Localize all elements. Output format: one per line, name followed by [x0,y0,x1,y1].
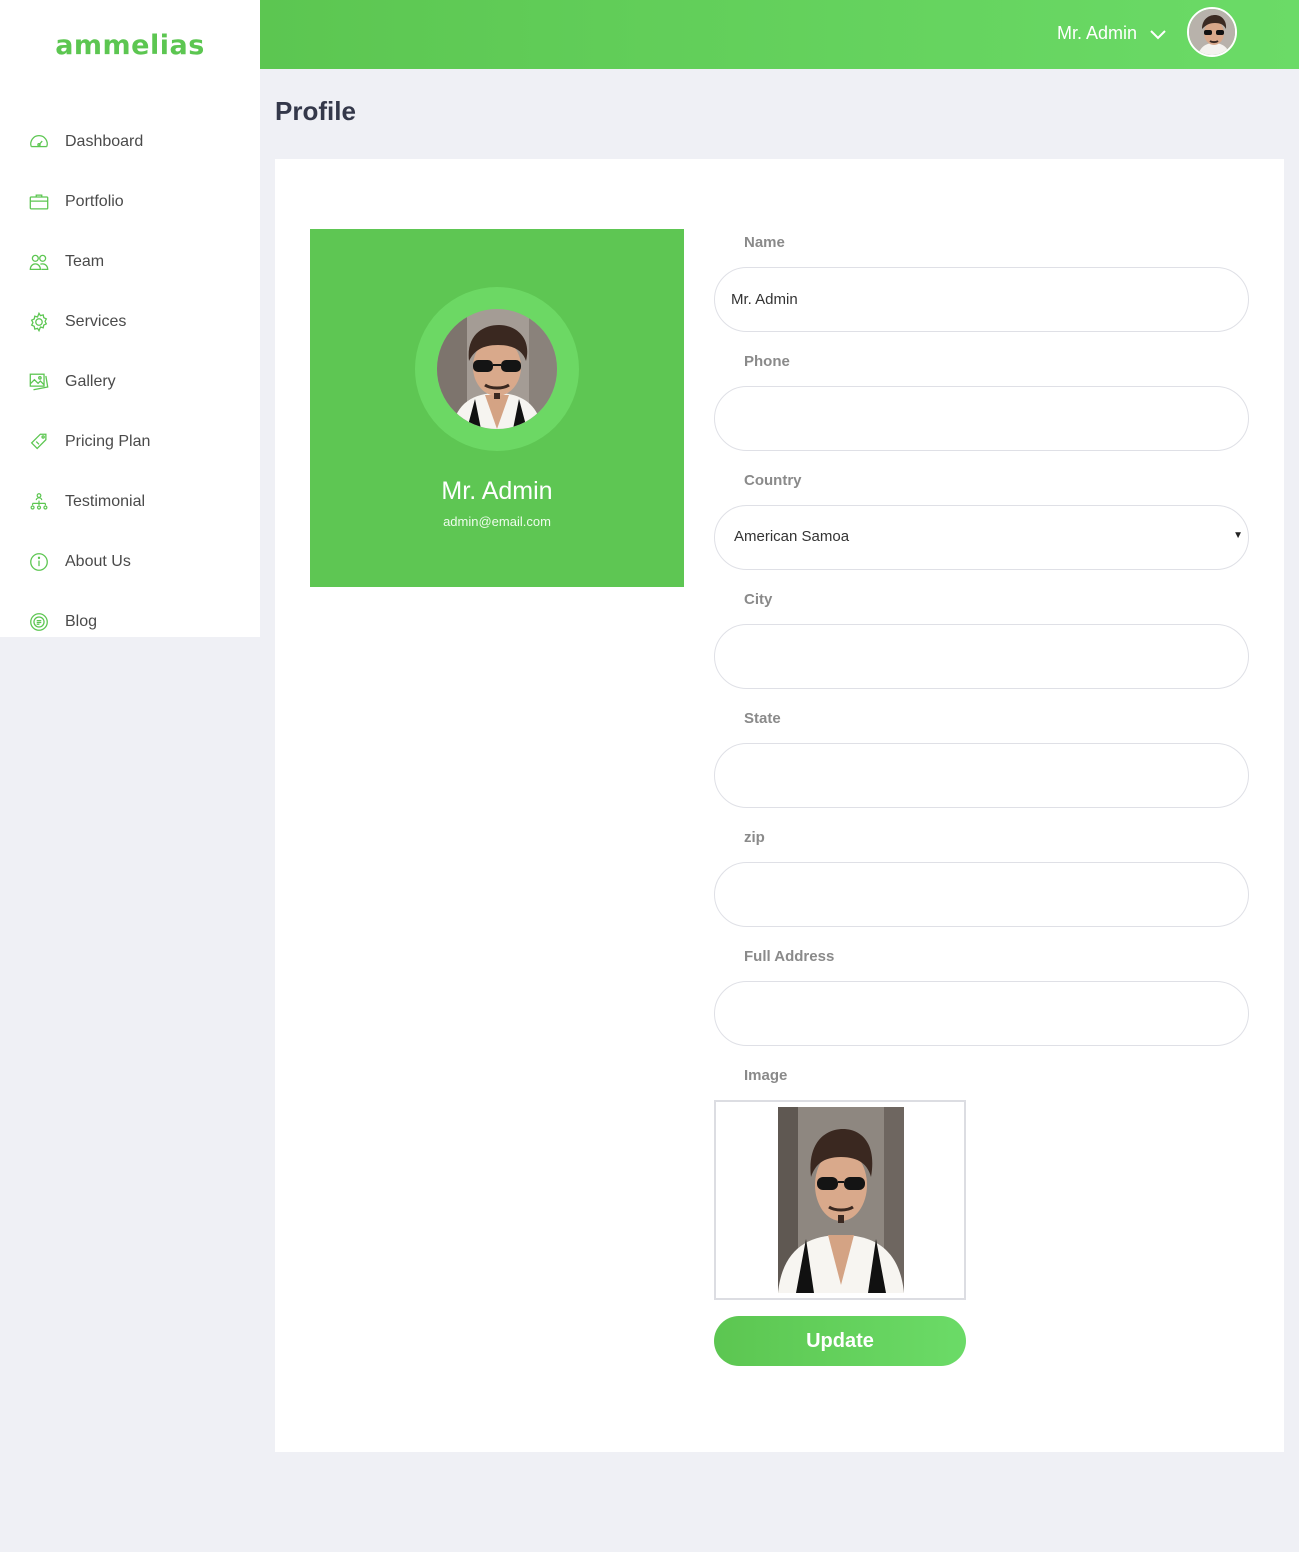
sidebar-item-team[interactable]: Team [0,232,260,292]
country-select-value: American Samoa [734,528,850,545]
name-input[interactable] [714,267,1249,332]
state-input[interactable] [714,743,1249,808]
caret-down-icon: ▼ [1233,530,1243,541]
country-label: Country [744,472,802,489]
phone-label: Phone [744,353,790,370]
sidebar: ammelias Dashboard Portfolio Team Servic… [0,0,260,637]
sidebar-item-label: Team [65,253,105,270]
sidebar-item-label: Pricing Plan [65,433,151,450]
sidebar-item-label: Gallery [65,373,116,390]
sidebar-item-blog[interactable]: Blog [0,592,260,652]
chevron-down-icon[interactable] [1149,27,1167,41]
sidebar-item-services[interactable]: Services [0,292,260,352]
profile-card: Mr. Admin admin@email.com Name Phone Cou… [275,159,1284,1452]
sidebar-item-label: Testimonial [65,493,146,510]
top-header: Mr. Admin [260,0,1299,69]
city-label: City [744,591,773,608]
update-button[interactable]: Update [714,1316,966,1366]
sidebar-item-label: Blog [65,613,98,630]
sidebar-item-testimonial[interactable]: Testimonial [0,472,260,532]
profile-photo-preview [778,1107,904,1293]
blog-circle-icon [28,611,50,633]
briefcase-icon [28,191,50,213]
sidebar-nav: Dashboard Portfolio Team Services Galler… [0,112,260,652]
avatar[interactable] [1187,7,1237,57]
profile-email: admin@email.com [443,514,551,529]
sidebar-item-gallery[interactable]: Gallery [0,352,260,412]
testimonial-hierarchy-icon [28,491,50,513]
header-user-name[interactable]: Mr. Admin [1057,23,1137,44]
avatar-ring [415,287,579,451]
price-tag-icon [28,431,50,453]
dashboard-gauge-icon [28,131,50,153]
gear-icon [28,311,50,333]
profile-name: Mr. Admin [441,477,553,505]
full-address-input[interactable] [714,981,1249,1046]
profile-summary: Mr. Admin admin@email.com [310,229,684,587]
sidebar-item-about-us[interactable]: About Us [0,532,260,592]
sidebar-item-dashboard[interactable]: Dashboard [0,112,260,172]
sidebar-item-portfolio[interactable]: Portfolio [0,172,260,232]
full-address-label: Full Address [744,948,835,965]
zip-label: zip [744,829,765,846]
sidebar-item-label: Services [65,313,127,330]
phone-input[interactable] [714,386,1249,451]
zip-input[interactable] [714,862,1249,927]
image-upload[interactable] [714,1100,966,1300]
image-label: Image [744,1067,788,1084]
sidebar-item-label: About Us [65,553,131,570]
info-circle-icon [28,551,50,573]
avatar [437,309,557,429]
brand-logo[interactable]: ammelias [0,30,260,61]
page-title: Profile [275,96,356,126]
country-select[interactable]: American Samoa ▼ [714,505,1249,570]
state-label: State [744,710,781,727]
gallery-images-icon [28,371,50,393]
city-input[interactable] [714,624,1249,689]
sidebar-item-label: Portfolio [65,193,124,210]
sidebar-item-pricing-plan[interactable]: Pricing Plan [0,412,260,472]
sidebar-item-label: Dashboard [65,133,144,150]
name-label: Name [744,234,785,251]
team-users-icon [28,251,50,273]
